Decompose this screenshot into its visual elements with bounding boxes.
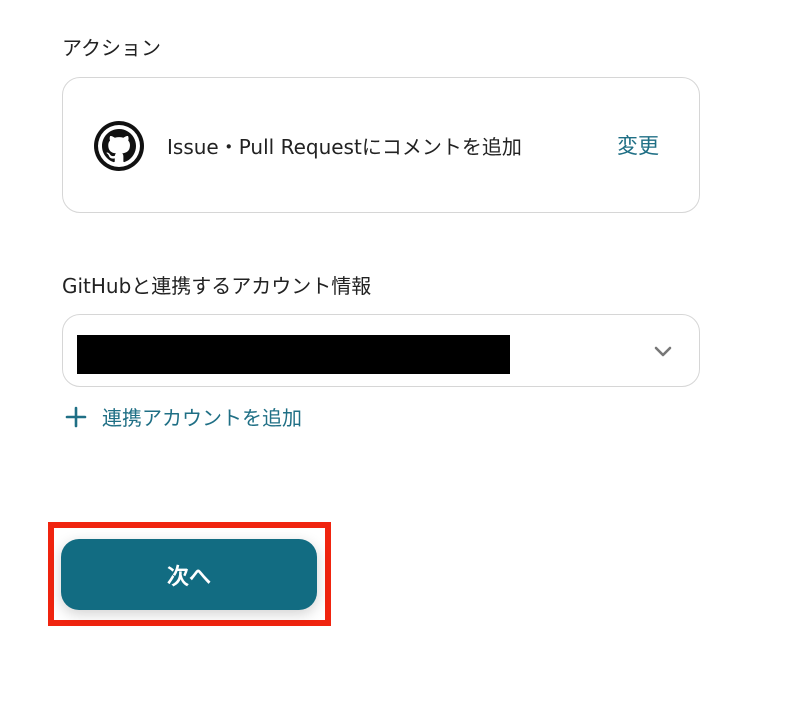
plus-icon (64, 405, 88, 429)
account-select[interactable] (62, 314, 700, 387)
redacted-account-value (77, 335, 510, 374)
action-card: Issue・Pull Requestにコメントを追加 変更 (62, 77, 700, 213)
next-button[interactable]: 次へ (61, 539, 317, 610)
action-title: Issue・Pull Requestにコメントを追加 (167, 135, 522, 159)
add-account-link[interactable]: 連携アカウントを追加 (64, 402, 302, 431)
action-section-label: アクション (62, 36, 161, 60)
account-section-label: GitHubと連携するアカウント情報 (62, 274, 372, 298)
chevron-down-icon (651, 339, 675, 363)
add-account-label: 連携アカウントを追加 (102, 406, 302, 430)
github-icon (93, 120, 145, 172)
change-button[interactable]: 変更 (617, 130, 659, 160)
